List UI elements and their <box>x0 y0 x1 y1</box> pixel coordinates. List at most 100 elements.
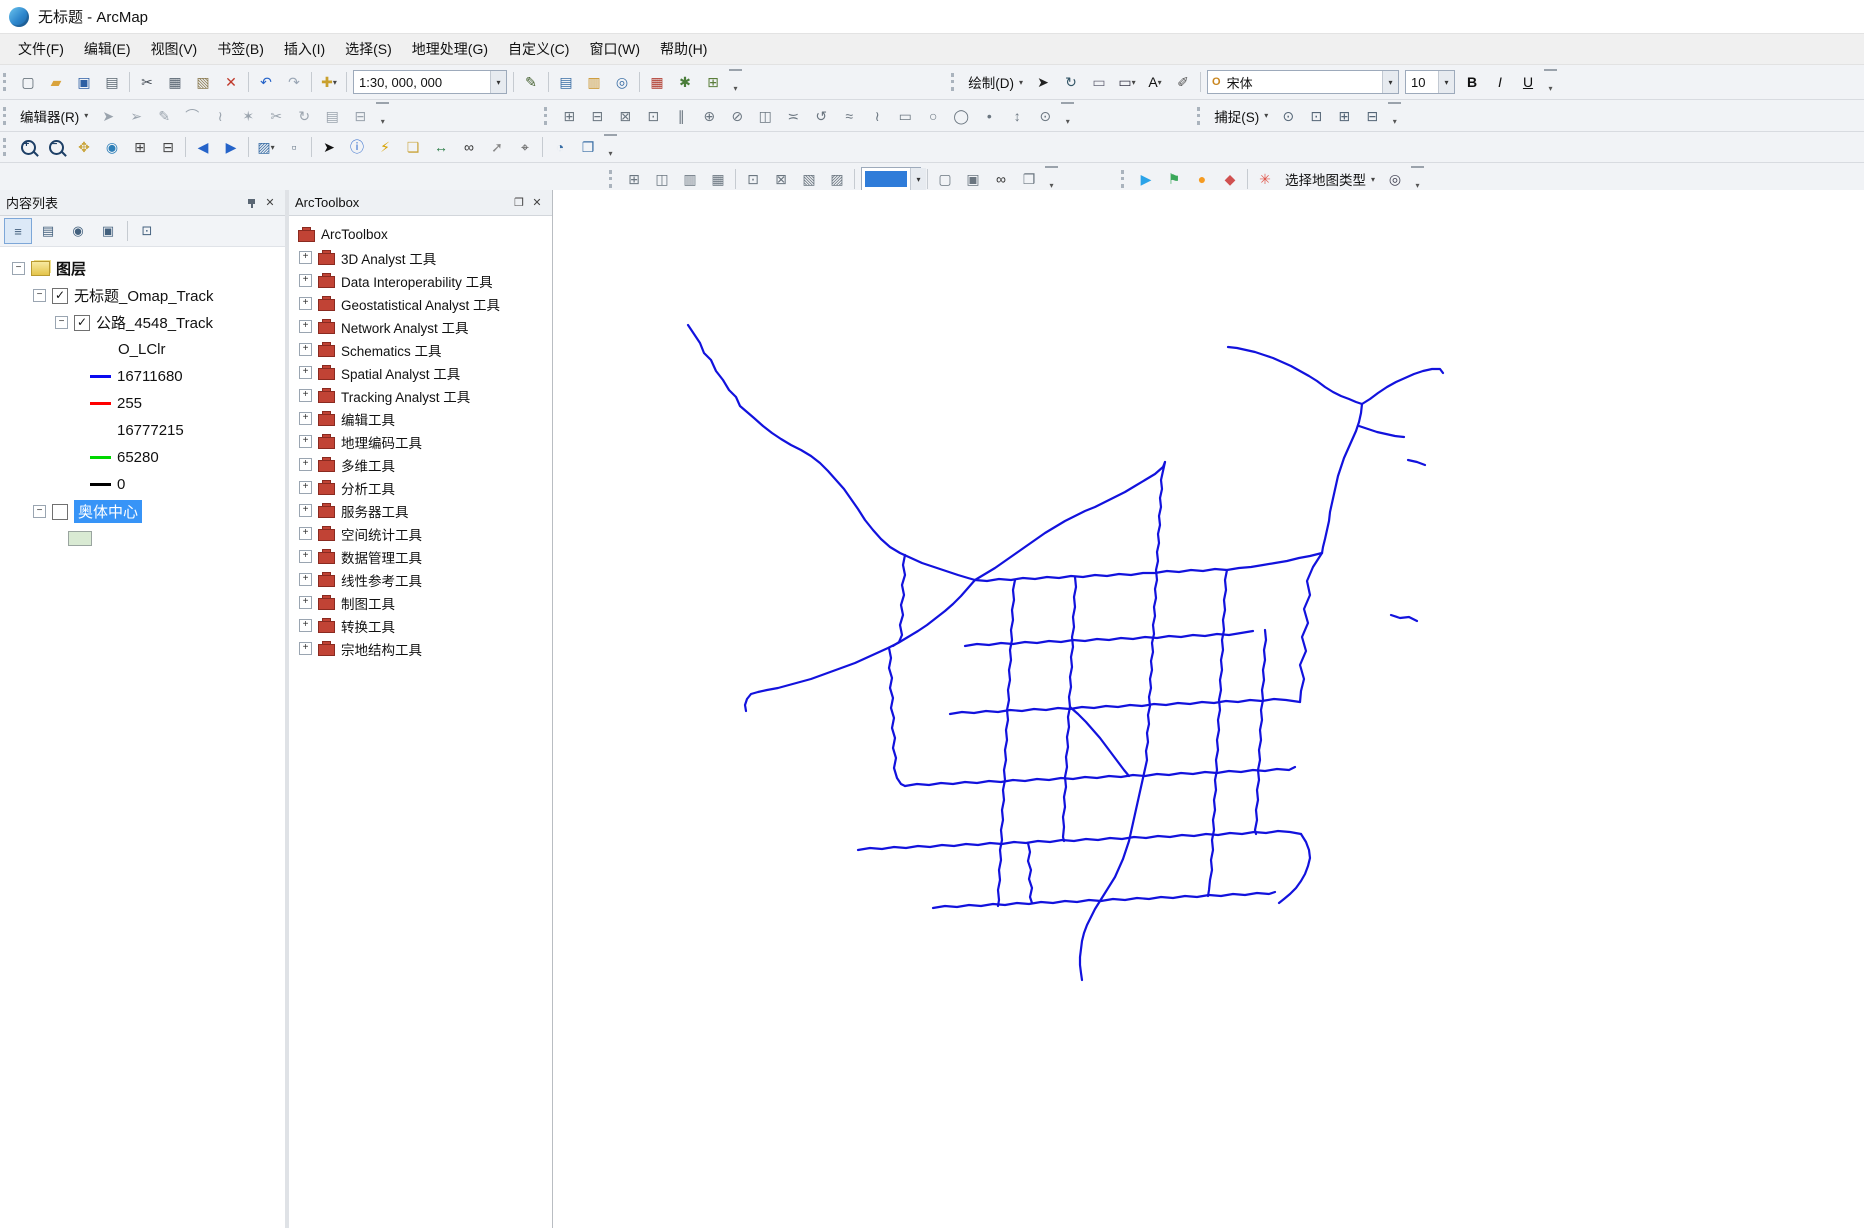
arc-tool-icon[interactable]: ⌒ <box>179 103 205 129</box>
hyperlink-icon[interactable]: ⚡ <box>372 134 398 160</box>
select-elements-icon[interactable]: ➤ <box>1030 69 1056 95</box>
trace-tool-icon[interactable]: ≀ <box>207 103 233 129</box>
toolbox-item[interactable]: 宗地结构工具 <box>291 637 550 660</box>
toolbox-item[interactable]: Network Analyst 工具 <box>291 315 550 338</box>
list-by-source-icon[interactable]: ▤ <box>34 218 62 244</box>
expand-icon[interactable] <box>299 550 312 563</box>
stretch-tool-icon[interactable]: ↕ <box>1004 103 1030 129</box>
expand-icon[interactable] <box>299 619 312 632</box>
menu-item[interactable]: 自定义(C) <box>498 35 579 63</box>
expand-icon[interactable] <box>299 320 312 333</box>
full-extent-icon[interactable]: ◉ <box>99 134 125 160</box>
draw-toolbar-overflow[interactable]: ▾ <box>1544 69 1557 96</box>
toolbar-drag-handle[interactable] <box>1121 170 1128 188</box>
expand-icon[interactable] <box>299 389 312 402</box>
maptype-toolbar-overflow[interactable]: ▾ <box>1411 166 1424 193</box>
collapse-icon[interactable] <box>12 262 25 275</box>
plugin-tool-icon[interactable]: ▥ <box>677 166 703 192</box>
redo-icon[interactable]: ↷ <box>281 69 307 95</box>
menu-item[interactable]: 编辑(E) <box>74 35 141 63</box>
map-type-menu[interactable]: 选择地图类型▾ <box>1279 167 1381 191</box>
toolbar-drag-handle[interactable] <box>3 138 10 156</box>
edit-annotation-icon[interactable]: ➢ <box>123 103 149 129</box>
bold-button[interactable]: B <box>1459 69 1485 95</box>
menu-item[interactable]: 视图(V) <box>141 35 208 63</box>
play-icon[interactable]: ▶ <box>1133 166 1159 192</box>
rectangle-tool-icon[interactable]: ▭ <box>892 103 918 129</box>
zoom-out-icon[interactable] <box>43 134 69 160</box>
edge-snap-icon[interactable]: ⊟ <box>1359 103 1385 129</box>
draw-menu[interactable]: 绘制(D)▾ <box>962 70 1029 94</box>
plugin-tool-icon[interactable]: ⊡ <box>740 166 766 192</box>
trim-tool-icon[interactable]: ⊡ <box>640 103 666 129</box>
expand-icon[interactable] <box>299 527 312 540</box>
advanced-toolbar-overflow[interactable]: ▾ <box>1061 102 1074 129</box>
fillet-tool-icon[interactable]: ⊟ <box>584 103 610 129</box>
snapping-menu[interactable]: 捕捉(S)▾ <box>1208 104 1274 128</box>
rotate-feature-icon[interactable]: ↺ <box>808 103 834 129</box>
menu-item[interactable]: 插入(I) <box>274 35 335 63</box>
layer-visibility-checkbox[interactable] <box>52 504 68 520</box>
chevron-down-icon[interactable]: ▾ <box>490 71 506 93</box>
map-style-icon[interactable]: ✳ <box>1252 166 1278 192</box>
auto-hide-button[interactable] <box>243 194 261 212</box>
plugin-tool-icon[interactable]: ⊞ <box>621 166 647 192</box>
toolbox-item[interactable]: 3D Analyst 工具 <box>291 246 550 269</box>
editor-toolbar-overflow[interactable]: ▾ <box>376 102 389 129</box>
collapse-icon[interactable] <box>33 289 46 302</box>
map-scale-combo[interactable]: 1:30, 000, 000▾ <box>353 70 507 94</box>
select-elements-tool-icon[interactable]: ➤ <box>316 134 342 160</box>
plugin-tool-icon[interactable]: ❐ <box>1016 166 1042 192</box>
editor-shortcut-icon[interactable]: ✎ <box>518 69 544 95</box>
zoom-element-icon[interactable]: ▭ <box>1086 69 1112 95</box>
copy-features-icon[interactable]: ⊞ <box>556 103 582 129</box>
open-folder-icon[interactable]: ▰ <box>43 69 69 95</box>
close-icon[interactable]: ✕ <box>528 194 546 212</box>
snapping-toolbar-overflow[interactable]: ▾ <box>1388 102 1401 129</box>
measure-icon[interactable]: ↔ <box>428 134 454 160</box>
plugin-tool-icon[interactable]: ▢ <box>932 166 958 192</box>
toolbar-drag-handle[interactable] <box>3 107 10 125</box>
time-slider-icon[interactable]: ◔ <box>547 134 573 160</box>
attributes-icon[interactable]: ▤ <box>319 103 345 129</box>
legend-item[interactable]: 65280 <box>0 444 285 471</box>
menu-item[interactable]: 帮助(H) <box>650 35 717 63</box>
sketch-properties-icon[interactable]: ⊟ <box>347 103 373 129</box>
map-target-icon[interactable]: ◎ <box>1382 166 1408 192</box>
clear-selection-icon[interactable]: ▫ <box>281 134 307 160</box>
viewer-window-icon[interactable]: ❐ <box>575 134 601 160</box>
save-icon[interactable]: ▣ <box>71 69 97 95</box>
toolbox-item[interactable]: 转换工具 <box>291 614 550 637</box>
plugin-toolbar-overflow[interactable]: ▾ <box>1045 166 1058 193</box>
toolbox-item[interactable]: 分析工具 <box>291 476 550 499</box>
expand-icon[interactable] <box>299 642 312 655</box>
list-by-selection-icon[interactable]: ▣ <box>94 218 122 244</box>
end-snap-icon[interactable]: ⊡ <box>1303 103 1329 129</box>
toolbar-drag-handle[interactable] <box>3 73 10 91</box>
edit-tool-icon[interactable]: ➤ <box>95 103 121 129</box>
expand-icon[interactable] <box>299 458 312 471</box>
list-by-visibility-icon[interactable]: ◉ <box>64 218 92 244</box>
merge-tool-icon[interactable]: ⊕ <box>696 103 722 129</box>
point-tool-icon[interactable]: ✶ <box>235 103 261 129</box>
toolbox-item[interactable]: Data Interoperability 工具 <box>291 269 550 292</box>
identify-icon[interactable]: ⓘ <box>344 134 370 160</box>
toolbar-drag-handle[interactable] <box>609 170 616 188</box>
plugin-tool-icon[interactable]: ▨ <box>824 166 850 192</box>
delete-icon[interactable]: ✕ <box>218 69 244 95</box>
chevron-down-icon[interactable]: ▾ <box>1438 71 1454 93</box>
font-size-combo[interactable]: 10▾ <box>1405 70 1455 94</box>
paste-icon[interactable]: ▧ <box>190 69 216 95</box>
expand-icon[interactable] <box>299 343 312 356</box>
collapse-icon[interactable] <box>33 505 46 518</box>
pan-icon[interactable]: ✥ <box>71 134 97 160</box>
list-by-drawing-order-icon[interactable]: ≡ <box>4 218 32 244</box>
toc-options-icon[interactable]: ⊡ <box>133 218 161 244</box>
new-document-icon[interactable]: ▢ <box>15 69 41 95</box>
circle-tool-icon[interactable]: ○ <box>920 103 946 129</box>
copy-icon[interactable]: ▦ <box>162 69 188 95</box>
html-popup-icon[interactable]: ❏ <box>400 134 426 160</box>
toolbox-root[interactable]: ArcToolbox <box>291 223 550 246</box>
expand-icon[interactable] <box>299 504 312 517</box>
buffer-tool-icon[interactable]: ⊙ <box>1032 103 1058 129</box>
